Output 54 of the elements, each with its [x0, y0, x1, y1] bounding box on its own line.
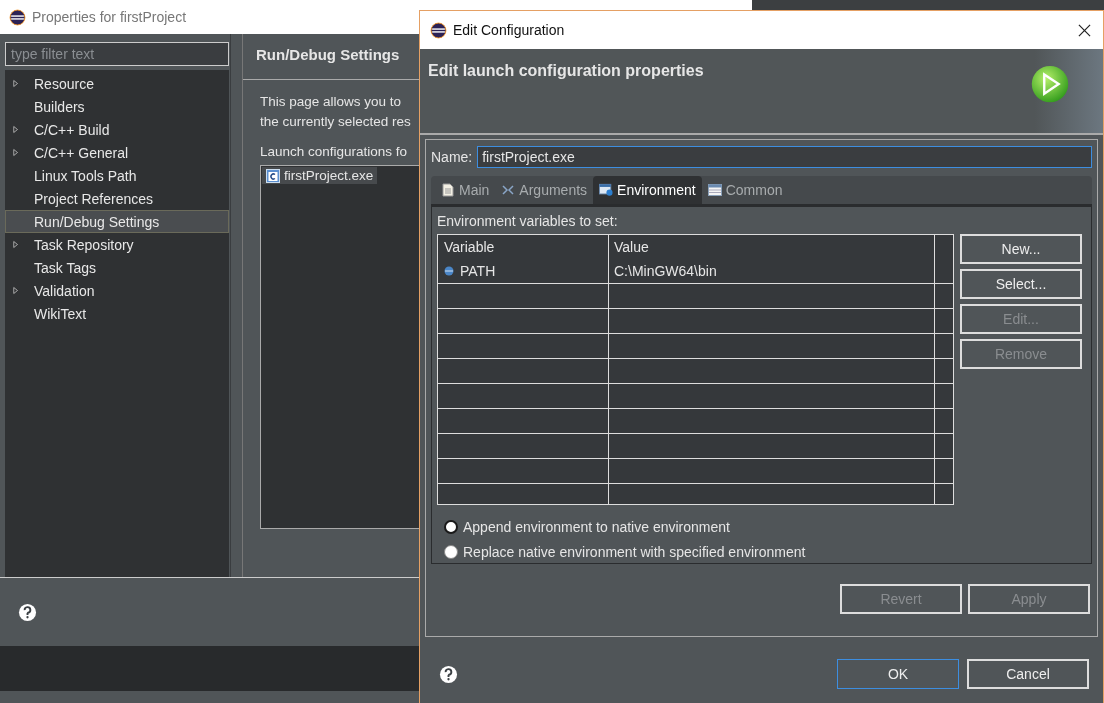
tab[interactable]: Environment	[593, 176, 702, 204]
table-icon	[707, 183, 722, 197]
environment-icon	[599, 183, 614, 197]
tree-item[interactable]: Project References	[5, 187, 229, 210]
dialog-button[interactable]: Cancel	[967, 659, 1089, 689]
configuration-label: firstProject.exe	[284, 168, 374, 183]
tree-item[interactable]: C/C++ General	[5, 141, 229, 164]
variable-name: PATH	[460, 263, 496, 279]
tab[interactable]: Common	[701, 176, 789, 204]
tree-item[interactable]: C/C++ Build	[5, 118, 229, 141]
tree-item[interactable]: Linux Tools Path	[5, 164, 229, 187]
radio-button[interactable]	[444, 520, 458, 534]
radio-label[interactable]: Replace native environment with specified environment	[463, 544, 806, 560]
name-field[interactable]: firstProject.exe	[477, 146, 1092, 168]
tree-item[interactable]: Resource	[5, 72, 229, 95]
eclipse-icon	[430, 21, 447, 39]
close-icon[interactable]	[1078, 23, 1091, 37]
expand-icon[interactable]	[13, 240, 19, 249]
help-icon[interactable]	[18, 602, 37, 622]
tab[interactable]: Main	[435, 176, 496, 204]
list-label: Launch configurations fo	[260, 144, 408, 159]
tree-item[interactable]: WikiText	[5, 302, 229, 325]
expand-icon[interactable]	[13, 125, 19, 134]
side-button[interactable]: New...	[960, 234, 1082, 264]
expand-icon[interactable]	[13, 79, 19, 88]
description-text: This page allows you to	[260, 93, 402, 111]
c-file-icon	[266, 168, 280, 183]
eclipse-icon	[9, 8, 26, 26]
radio-button[interactable]	[444, 545, 458, 559]
radio-label[interactable]: Append environment to native environment	[463, 519, 730, 535]
tree-item[interactable]: Validation	[5, 279, 229, 302]
tree-item[interactable]: Task Tags	[5, 256, 229, 279]
name-label: Name:	[431, 149, 473, 165]
banner-title: Edit launch configuration properties	[428, 62, 704, 81]
tree-item[interactable]: Task Repository	[5, 233, 229, 256]
description-text: the currently selected res	[260, 113, 411, 131]
column-header: Variable	[438, 235, 609, 259]
configuration-item[interactable]: firstProject.exe	[262, 167, 378, 184]
document-icon	[441, 183, 455, 197]
tree-item[interactable]: Run/Debug Settings	[5, 210, 229, 233]
section-label: Environment variables to set:	[437, 213, 619, 229]
tab[interactable]: Arguments	[495, 176, 594, 204]
expand-icon[interactable]	[13, 286, 19, 295]
arguments-icon	[501, 183, 516, 197]
side-button[interactable]: Select...	[960, 269, 1082, 299]
help-icon[interactable]	[439, 664, 458, 684]
tree-item[interactable]: Builders	[5, 95, 229, 118]
expand-icon[interactable]	[13, 148, 19, 157]
dialog-button[interactable]: OK	[837, 659, 959, 689]
table-cell: C:\MinGW64\bin	[609, 259, 935, 283]
filter-field[interactable]: type filter text	[5, 42, 229, 66]
window-title: Properties for firstProject	[32, 9, 187, 25]
column-header: Value	[609, 235, 935, 259]
variable-icon	[444, 266, 454, 276]
